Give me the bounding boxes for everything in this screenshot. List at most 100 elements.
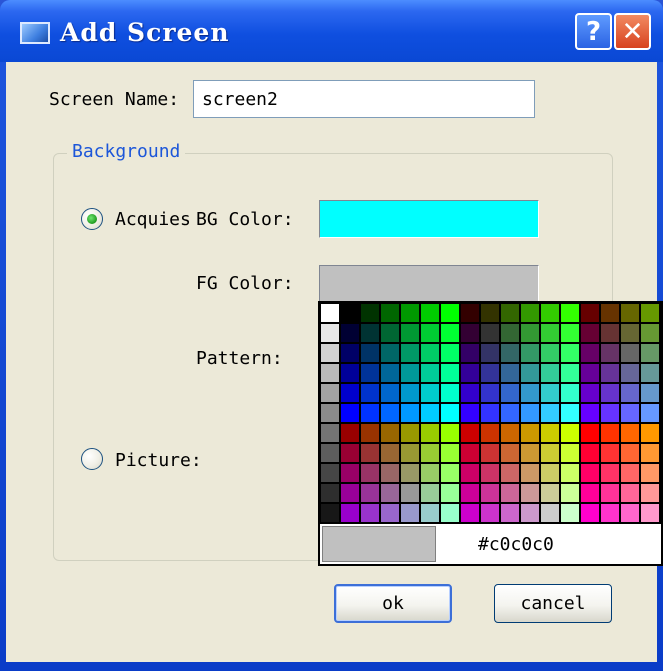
ok-button[interactable]: ok: [334, 584, 452, 623]
palette-color-cell[interactable]: [461, 464, 479, 482]
palette-color-cell[interactable]: [421, 384, 439, 402]
palette-color-cell[interactable]: [621, 444, 639, 462]
palette-color-cell[interactable]: [581, 404, 599, 422]
palette-color-cell[interactable]: [641, 304, 659, 322]
palette-color-cell[interactable]: [361, 484, 379, 502]
palette-color-cell[interactable]: [541, 404, 559, 422]
palette-color-cell[interactable]: [401, 464, 419, 482]
palette-color-cell[interactable]: [481, 344, 499, 362]
palette-color-cell[interactable]: [561, 304, 579, 322]
palette-color-cell[interactable]: [461, 484, 479, 502]
palette-color-cell[interactable]: [401, 304, 419, 322]
palette-color-cell[interactable]: [581, 364, 599, 382]
palette-color-cell[interactable]: [561, 504, 579, 522]
palette-color-cell[interactable]: [521, 344, 539, 362]
palette-color-cell[interactable]: [381, 304, 399, 322]
palette-color-cell[interactable]: [621, 484, 639, 502]
help-button[interactable]: ?: [575, 13, 612, 50]
palette-color-cell[interactable]: [541, 304, 559, 322]
palette-color-cell[interactable]: [641, 464, 659, 482]
palette-color-cell[interactable]: [421, 404, 439, 422]
palette-color-cell[interactable]: [641, 384, 659, 402]
palette-color-cell[interactable]: [481, 364, 499, 382]
palette-color-cell[interactable]: [581, 444, 599, 462]
palette-color-cell[interactable]: [521, 424, 539, 442]
palette-color-cell[interactable]: [561, 384, 579, 402]
palette-color-cell[interactable]: [581, 304, 599, 322]
palette-color-cell[interactable]: [541, 384, 559, 402]
palette-color-cell[interactable]: [621, 504, 639, 522]
fg-color-picker-button[interactable]: [319, 265, 539, 303]
palette-color-cell[interactable]: [581, 484, 599, 502]
palette-color-cell[interactable]: [481, 484, 499, 502]
palette-color-cell[interactable]: [421, 464, 439, 482]
palette-color-cell[interactable]: [601, 464, 619, 482]
palette-color-cell[interactable]: [441, 464, 459, 482]
palette-color-cell[interactable]: [381, 504, 399, 522]
palette-color-cell[interactable]: [601, 384, 619, 402]
palette-color-cell[interactable]: [381, 464, 399, 482]
palette-color-cell[interactable]: [401, 484, 419, 502]
palette-color-cell[interactable]: [561, 444, 579, 462]
palette-color-cell[interactable]: [341, 464, 359, 482]
palette-color-cell[interactable]: [581, 384, 599, 402]
palette-color-cell[interactable]: [381, 484, 399, 502]
palette-color-cell[interactable]: [461, 404, 479, 422]
palette-color-cell[interactable]: [461, 324, 479, 342]
palette-color-cell[interactable]: [321, 464, 339, 482]
palette-color-cell[interactable]: [381, 404, 399, 422]
palette-color-cell[interactable]: [381, 344, 399, 362]
palette-color-cell[interactable]: [401, 504, 419, 522]
palette-color-cell[interactable]: [621, 384, 639, 402]
palette-color-cell[interactable]: [341, 444, 359, 462]
palette-color-cell[interactable]: [621, 404, 639, 422]
palette-color-cell[interactable]: [421, 504, 439, 522]
palette-color-cell[interactable]: [481, 404, 499, 422]
picture-radio[interactable]: [81, 448, 103, 470]
palette-color-cell[interactable]: [321, 344, 339, 362]
palette-color-cell[interactable]: [341, 344, 359, 362]
palette-color-cell[interactable]: [321, 324, 339, 342]
palette-color-cell[interactable]: [601, 484, 619, 502]
palette-color-cell[interactable]: [341, 424, 359, 442]
palette-color-cell[interactable]: [561, 404, 579, 422]
palette-color-cell[interactable]: [621, 304, 639, 322]
palette-color-cell[interactable]: [641, 444, 659, 462]
palette-color-cell[interactable]: [361, 384, 379, 402]
palette-color-cell[interactable]: [541, 464, 559, 482]
palette-color-cell[interactable]: [361, 504, 379, 522]
palette-color-cell[interactable]: [481, 504, 499, 522]
palette-color-cell[interactable]: [641, 364, 659, 382]
palette-color-cell[interactable]: [601, 304, 619, 322]
palette-color-cell[interactable]: [601, 404, 619, 422]
palette-color-cell[interactable]: [361, 424, 379, 442]
palette-color-cell[interactable]: [621, 324, 639, 342]
palette-color-cell[interactable]: [441, 404, 459, 422]
palette-color-cell[interactable]: [481, 384, 499, 402]
titlebar[interactable]: Add Screen ? ✕: [0, 0, 663, 62]
palette-color-cell[interactable]: [441, 444, 459, 462]
palette-color-cell[interactable]: [601, 344, 619, 362]
palette-color-cell[interactable]: [441, 504, 459, 522]
palette-color-cell[interactable]: [601, 424, 619, 442]
palette-color-cell[interactable]: [421, 364, 439, 382]
palette-color-cell[interactable]: [481, 424, 499, 442]
palette-color-cell[interactable]: [501, 384, 519, 402]
palette-color-cell[interactable]: [401, 404, 419, 422]
palette-color-cell[interactable]: [581, 464, 599, 482]
palette-color-cell[interactable]: [621, 424, 639, 442]
palette-color-cell[interactable]: [321, 504, 339, 522]
palette-color-cell[interactable]: [581, 504, 599, 522]
palette-color-cell[interactable]: [341, 324, 359, 342]
palette-color-cell[interactable]: [641, 424, 659, 442]
palette-color-cell[interactable]: [401, 444, 419, 462]
palette-color-cell[interactable]: [461, 444, 479, 462]
palette-color-cell[interactable]: [521, 364, 539, 382]
palette-color-cell[interactable]: [501, 404, 519, 422]
palette-color-cell[interactable]: [441, 324, 459, 342]
palette-color-cell[interactable]: [461, 344, 479, 362]
palette-color-cell[interactable]: [501, 444, 519, 462]
palette-color-cell[interactable]: [521, 324, 539, 342]
palette-color-cell[interactable]: [501, 324, 519, 342]
palette-color-cell[interactable]: [561, 364, 579, 382]
